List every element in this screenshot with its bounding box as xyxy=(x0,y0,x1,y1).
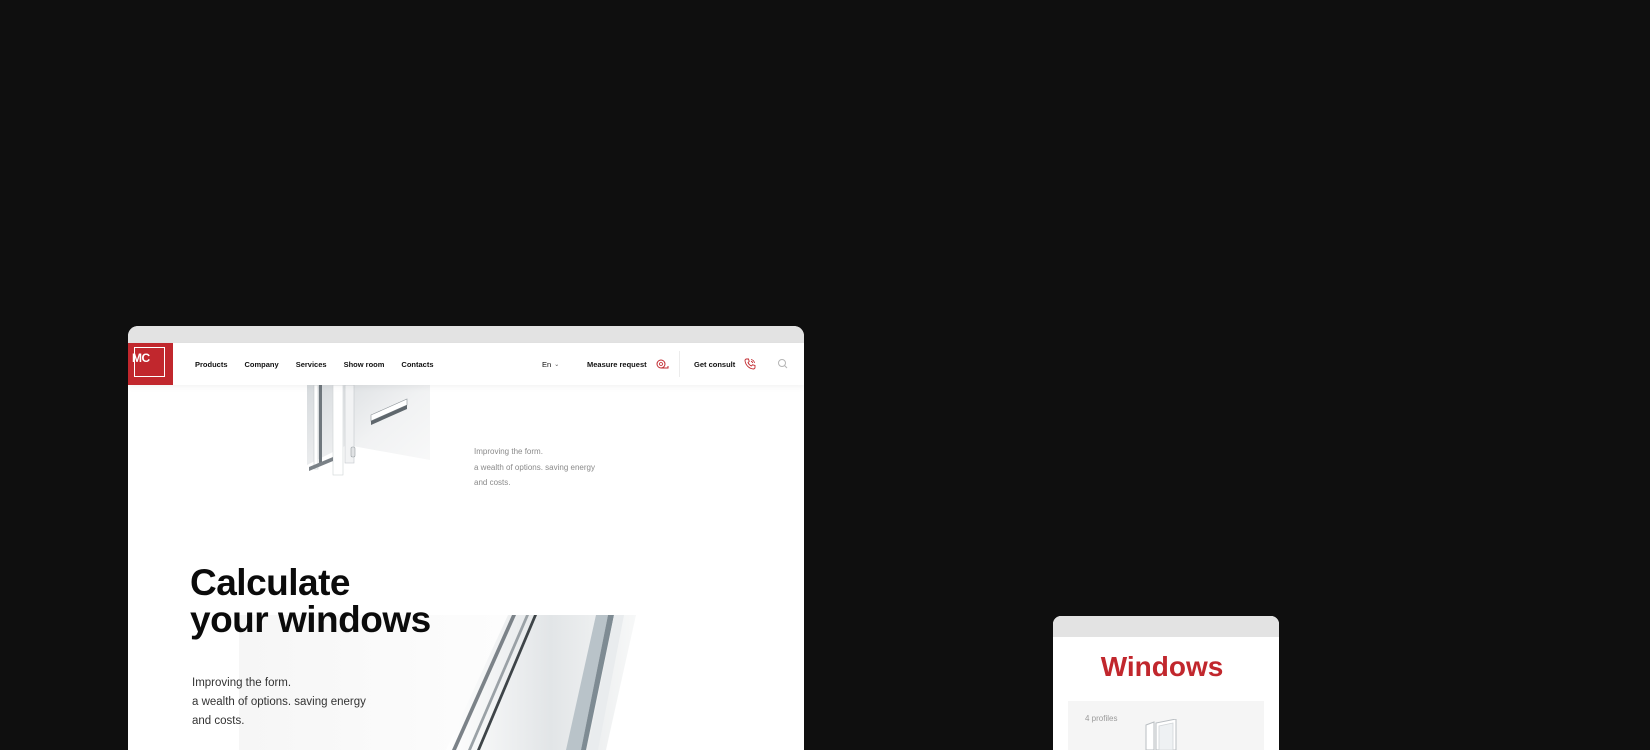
logo-text: MC xyxy=(132,351,150,365)
header-divider xyxy=(679,351,680,377)
mobile-browser-bar xyxy=(1053,616,1279,637)
intro-description-line: a wealth of options. saving energy xyxy=(474,462,595,472)
phone-icon xyxy=(744,358,756,370)
browser-bar xyxy=(128,326,804,343)
tape-measure-icon xyxy=(656,359,669,368)
nav-products[interactable]: Products xyxy=(195,360,228,369)
language-label: En xyxy=(542,359,552,369)
window-profile-photo xyxy=(307,385,430,491)
search-icon xyxy=(778,359,788,369)
profile-card-label: 4 profiles xyxy=(1085,714,1118,723)
measure-request-button[interactable]: Measure request xyxy=(587,343,669,385)
desktop-mockup: MC Products Company Services Show room C… xyxy=(128,326,804,750)
main-nav: Products Company Services Show room Cont… xyxy=(195,343,451,385)
hero-description-line: Improving the form. xyxy=(192,677,292,689)
window-profile-illustration xyxy=(307,385,430,491)
window-thumbnail-icon xyxy=(1145,719,1177,750)
hero-title: Calculate your windows xyxy=(190,564,490,638)
logo[interactable]: MC xyxy=(128,343,173,385)
site-header: MC Products Company Services Show room C… xyxy=(128,343,804,385)
intro-description-line: Improving the form. xyxy=(474,447,543,456)
hero-description-line: a wealth of options. saving energy xyxy=(192,696,366,708)
nav-show-room[interactable]: Show room xyxy=(344,360,385,369)
mobile-mockup: Windows 4 profiles xyxy=(1053,616,1279,750)
profile-card[interactable]: 4 profiles xyxy=(1068,701,1264,750)
intro-description: Improving the form. a wealth of options.… xyxy=(474,444,614,491)
nav-services[interactable]: Services xyxy=(296,360,327,369)
chevron-down-icon: ⌄ xyxy=(554,361,560,368)
language-selector[interactable]: En ⌄ xyxy=(542,343,559,385)
nav-company[interactable]: Company xyxy=(245,360,279,369)
intro-description-line: and costs. xyxy=(474,478,511,487)
search-button[interactable] xyxy=(776,357,790,371)
nav-contacts[interactable]: Contacts xyxy=(401,360,433,369)
mobile-page-title: Windows xyxy=(1100,651,1224,682)
hero-title-line: your windows xyxy=(190,599,431,640)
get-consult-label: Get consult xyxy=(694,359,736,369)
hero-title-line: Calculate xyxy=(190,562,351,603)
measure-request-label: Measure request xyxy=(587,359,647,369)
hero-description-line: and costs. xyxy=(192,715,245,727)
hero-description: Improving the form. a wealth of options.… xyxy=(192,674,432,731)
get-consult-button[interactable]: Get consult xyxy=(694,343,756,385)
